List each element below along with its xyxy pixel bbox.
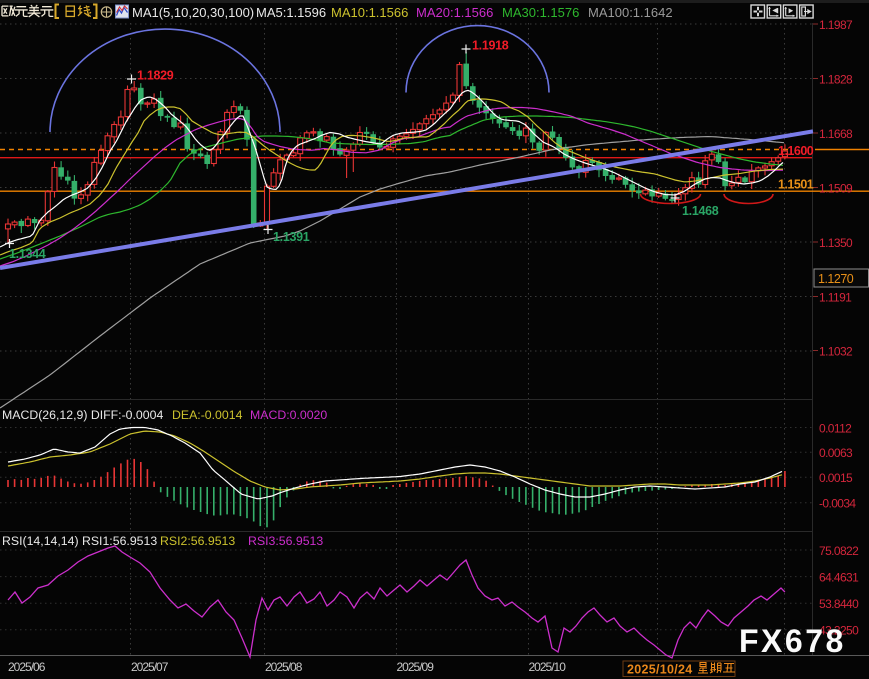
- svg-text:-0.0034: -0.0034: [819, 497, 856, 511]
- svg-text:MA30:1.1576: MA30:1.1576: [502, 5, 579, 20]
- svg-text:53.8440: 53.8440: [819, 597, 859, 611]
- svg-text:1.1501: 1.1501: [778, 178, 814, 192]
- svg-text:DEA:-0.0014: DEA:-0.0014: [172, 408, 243, 422]
- svg-text:1.1509: 1.1509: [819, 181, 853, 195]
- svg-text:1.1391: 1.1391: [273, 230, 310, 244]
- svg-text:RSI(14,14,14) RSI1:56.9513: RSI(14,14,14) RSI1:56.9513: [2, 534, 157, 548]
- svg-text:1.1600: 1.1600: [778, 144, 814, 158]
- svg-text:1.1668: 1.1668: [819, 127, 853, 141]
- svg-text:2025/07: 2025/07: [131, 660, 169, 674]
- svg-text:0.0063: 0.0063: [819, 446, 853, 460]
- svg-text:2025/09: 2025/09: [397, 660, 435, 674]
- svg-text:75.0822: 75.0822: [819, 544, 859, 558]
- svg-text:1.1344: 1.1344: [9, 247, 46, 261]
- svg-text:RSI2:56.9513: RSI2:56.9513: [160, 534, 235, 548]
- svg-text:64.4631: 64.4631: [819, 570, 859, 584]
- svg-text:FX678: FX678: [739, 623, 846, 659]
- svg-text:1.1918: 1.1918: [472, 39, 509, 53]
- svg-text:0.0015: 0.0015: [819, 471, 853, 485]
- svg-text:MA10:1.1566: MA10:1.1566: [331, 5, 408, 20]
- svg-text:1.1828: 1.1828: [819, 72, 853, 86]
- svg-text:MACD(26,12,9) DIFF:-0.0004: MACD(26,12,9) DIFF:-0.0004: [2, 408, 163, 422]
- svg-text:2025/10: 2025/10: [529, 660, 567, 674]
- svg-text:2025/06: 2025/06: [8, 660, 46, 674]
- svg-text:MA20:1.1566: MA20:1.1566: [416, 5, 493, 20]
- svg-text:1.1468: 1.1468: [682, 204, 719, 218]
- svg-text:2025/08: 2025/08: [265, 660, 303, 674]
- svg-text:1.1191: 1.1191: [819, 290, 852, 304]
- svg-text:1.1270: 1.1270: [818, 272, 854, 286]
- svg-text:RSI3:56.9513: RSI3:56.9513: [248, 534, 323, 548]
- svg-text:1.1987: 1.1987: [819, 18, 853, 32]
- svg-text:MA100:1.1642: MA100:1.1642: [588, 5, 673, 20]
- svg-text:2025/10/24: 2025/10/24: [627, 663, 693, 677]
- svg-text:MA5:1.1596: MA5:1.1596: [256, 5, 326, 20]
- svg-text:1.1350: 1.1350: [819, 236, 853, 250]
- svg-text:1.1032: 1.1032: [819, 344, 853, 358]
- svg-text:1.1829: 1.1829: [137, 69, 174, 83]
- svg-text:MA1(5,10,20,30,100): MA1(5,10,20,30,100): [132, 5, 254, 20]
- svg-text:MACD:0.0020: MACD:0.0020: [250, 408, 327, 422]
- svg-text:0.0112: 0.0112: [819, 421, 852, 435]
